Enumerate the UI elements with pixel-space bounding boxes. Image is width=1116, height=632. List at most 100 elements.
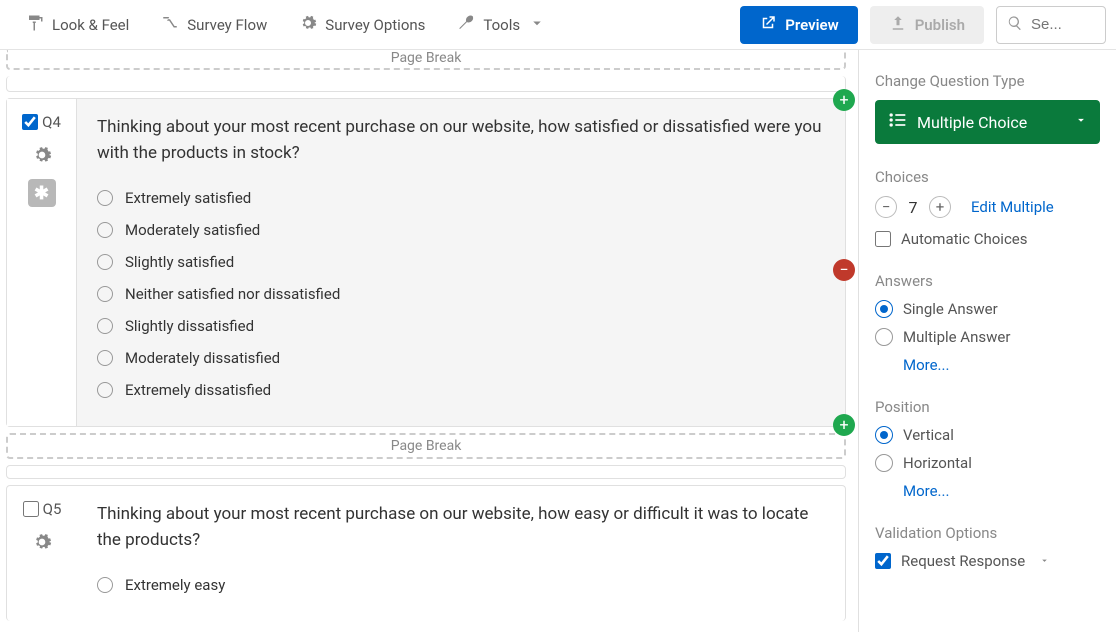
toolbar-label: Survey Flow xyxy=(187,16,267,34)
survey-options-button[interactable]: Survey Options xyxy=(283,0,441,49)
survey-canvas: Page Break + − + Q4 ✱ Thinking about you… xyxy=(0,50,858,632)
chevron-down-icon xyxy=(528,14,546,36)
radio-icon xyxy=(875,454,893,472)
wrench-icon xyxy=(457,14,475,36)
choice-label[interactable]: Extremely satisfied xyxy=(125,189,251,207)
survey-flow-button[interactable]: Survey Flow xyxy=(145,0,283,49)
question-options-gear[interactable] xyxy=(30,143,54,167)
radio-icon xyxy=(875,426,893,444)
request-response-label: Request Response xyxy=(901,552,1025,570)
add-question-above-button[interactable]: + xyxy=(833,89,855,111)
multiple-choice-icon xyxy=(887,110,907,134)
right-sidebar: Change Question Type Multiple Choice Cho… xyxy=(858,50,1116,632)
page-break[interactable]: Page Break xyxy=(6,433,846,459)
look-and-feel-button[interactable]: Look & Feel xyxy=(10,0,145,49)
choice-label[interactable]: Extremely dissatisfied xyxy=(125,381,271,399)
radio-icon xyxy=(875,328,893,346)
radio-icon xyxy=(875,300,893,318)
radio-label: Horizontal xyxy=(903,454,972,472)
paint-roller-icon xyxy=(26,14,44,36)
question-select-checkbox[interactable]: Q5 xyxy=(23,500,62,518)
choice-label[interactable]: Slightly dissatisfied xyxy=(125,317,254,335)
choice-row[interactable]: Slightly dissatisfied xyxy=(97,310,823,342)
search-box[interactable] xyxy=(996,6,1106,44)
type-name: Multiple Choice xyxy=(917,113,1064,132)
tools-dropdown[interactable]: Tools xyxy=(441,0,562,49)
radio-icon xyxy=(97,350,113,366)
choice-label[interactable]: Neither satisfied nor dissatisfied xyxy=(125,285,340,303)
question-id-label: Q4 xyxy=(42,113,61,131)
question-block-q5[interactable]: Q5 Thinking about your most recent purch… xyxy=(6,485,846,621)
search-icon xyxy=(1007,15,1023,35)
block-spacer xyxy=(6,76,846,92)
question-gutter: Q5 xyxy=(7,486,77,621)
radio-icon xyxy=(97,222,113,238)
choice-label[interactable]: Extremely easy xyxy=(125,576,225,594)
toolbar-label: Survey Options xyxy=(325,16,425,34)
validation-label: Validation Options xyxy=(875,524,1100,542)
radio-label: Single Answer xyxy=(903,300,998,318)
single-answer-radio[interactable]: Single Answer xyxy=(875,300,1100,318)
radio-icon xyxy=(97,254,113,270)
question-gutter: Q4 ✱ xyxy=(7,99,77,426)
edit-multiple-link[interactable]: Edit Multiple xyxy=(971,198,1054,216)
multiple-answer-radio[interactable]: Multiple Answer xyxy=(875,328,1100,346)
choices-count: 7 xyxy=(907,198,919,217)
choice-row[interactable]: Neither satisfied nor dissatisfied xyxy=(97,278,823,310)
answers-label: Answers xyxy=(875,272,1100,290)
upload-icon xyxy=(889,14,907,36)
flow-icon xyxy=(161,14,179,36)
question-block-q4[interactable]: + − + Q4 ✱ Thinking about your most rece… xyxy=(6,98,846,427)
answers-more-link[interactable]: More... xyxy=(903,356,1100,374)
choices-label: Choices xyxy=(875,168,1100,186)
search-input[interactable] xyxy=(1031,16,1091,33)
button-label: Preview xyxy=(785,16,838,34)
radio-icon xyxy=(97,286,113,302)
radio-icon xyxy=(97,577,113,593)
page-break[interactable]: Page Break xyxy=(6,50,846,70)
change-type-label: Change Question Type xyxy=(875,72,1100,90)
choice-row[interactable]: Extremely dissatisfied xyxy=(97,374,823,406)
block-spacer xyxy=(6,465,846,479)
choice-row[interactable]: Extremely easy xyxy=(97,569,823,601)
delete-question-button[interactable]: − xyxy=(833,259,855,281)
question-options-gear[interactable] xyxy=(30,530,54,554)
question-text[interactable]: Thinking about your most recent purchase… xyxy=(97,115,823,166)
radio-icon xyxy=(97,318,113,334)
choices-increment[interactable]: + xyxy=(929,196,951,218)
question-type-dropdown[interactable]: Multiple Choice xyxy=(875,100,1100,144)
radio-icon xyxy=(97,382,113,398)
choice-label[interactable]: Moderately dissatisfied xyxy=(125,349,280,367)
request-response-checkbox[interactable]: Request Response xyxy=(875,552,1100,570)
add-question-below-button[interactable]: + xyxy=(833,414,855,436)
page-break-label: Page Break xyxy=(391,438,462,454)
top-toolbar: Look & Feel Survey Flow Survey Options T… xyxy=(0,0,1116,50)
gear-icon xyxy=(299,14,317,36)
choice-row[interactable]: Slightly satisfied xyxy=(97,246,823,278)
required-badge[interactable]: ✱ xyxy=(28,179,56,207)
main-area: Page Break + − + Q4 ✱ Thinking about you… xyxy=(0,50,1116,632)
radio-label: Multiple Answer xyxy=(903,328,1010,346)
toolbar-label: Look & Feel xyxy=(52,16,129,34)
question-select-checkbox[interactable]: Q4 xyxy=(22,113,61,131)
radio-icon xyxy=(97,190,113,206)
preview-icon xyxy=(759,14,777,36)
question-text[interactable]: Thinking about your most recent purchase… xyxy=(97,502,823,553)
choice-row[interactable]: Extremely satisfied xyxy=(97,182,823,214)
radio-label: Vertical xyxy=(903,426,954,444)
choice-label[interactable]: Moderately satisfied xyxy=(125,221,260,239)
chevron-down-icon xyxy=(1074,113,1088,131)
question-body: Thinking about your most recent purchase… xyxy=(77,486,845,621)
automatic-choices-checkbox[interactable]: Automatic Choices xyxy=(875,230,1100,248)
choice-label[interactable]: Slightly satisfied xyxy=(125,253,234,271)
choice-row[interactable]: Moderately satisfied xyxy=(97,214,823,246)
preview-button[interactable]: Preview xyxy=(740,6,857,44)
position-label: Position xyxy=(875,398,1100,416)
position-vertical-radio[interactable]: Vertical xyxy=(875,426,1100,444)
publish-button[interactable]: Publish xyxy=(870,6,984,44)
choices-decrement[interactable]: − xyxy=(875,196,897,218)
position-more-link[interactable]: More... xyxy=(903,482,1100,500)
question-body: Thinking about your most recent purchase… xyxy=(77,99,845,426)
choice-row[interactable]: Moderately dissatisfied xyxy=(97,342,823,374)
position-horizontal-radio[interactable]: Horizontal xyxy=(875,454,1100,472)
